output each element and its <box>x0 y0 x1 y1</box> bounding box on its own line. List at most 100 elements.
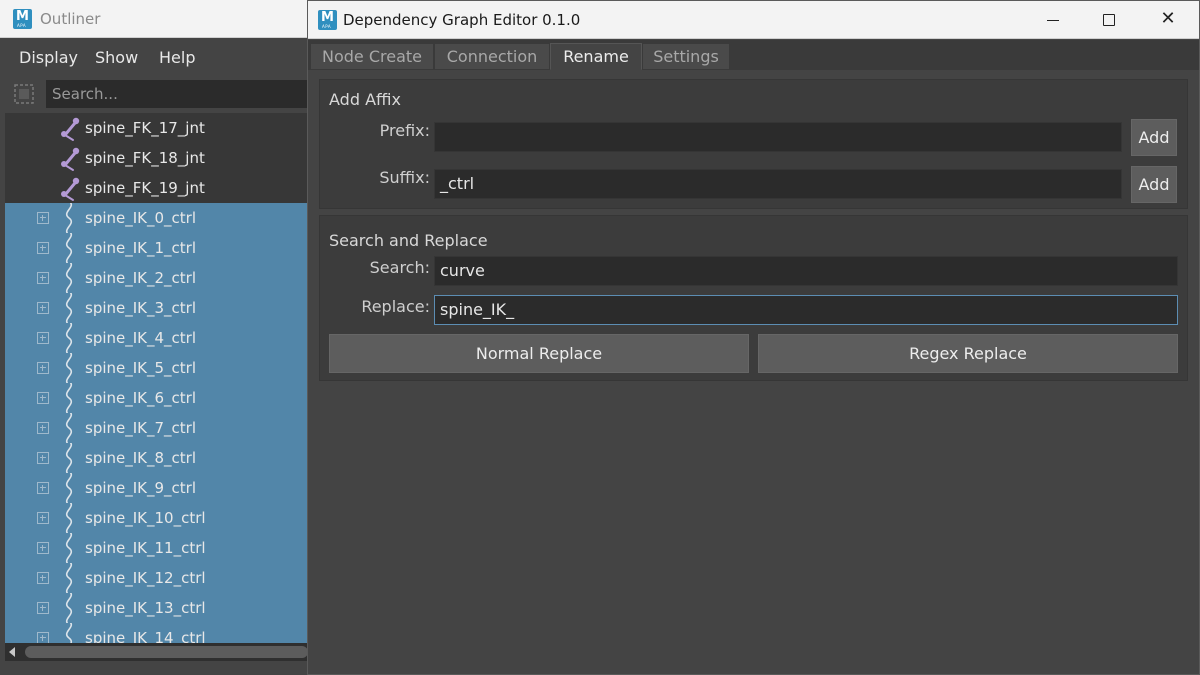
expand-icon[interactable] <box>37 332 49 344</box>
expand-icon[interactable] <box>37 632 49 643</box>
maya-app-icon: M APA <box>318 10 337 30</box>
menu-help[interactable]: Help <box>159 48 195 68</box>
joint-icon <box>59 173 83 203</box>
nurbs-curve-icon <box>59 290 83 326</box>
expand-icon[interactable] <box>37 512 49 524</box>
tree-row-label: spine_IK_10_ctrl <box>85 509 206 527</box>
prefix-input[interactable] <box>434 122 1122 152</box>
expand-icon[interactable] <box>37 422 49 434</box>
minimize-icon <box>1047 20 1059 21</box>
tree-row-label: spine_IK_0_ctrl <box>85 209 197 227</box>
expand-icon[interactable] <box>37 362 49 374</box>
tree-row-label: spine_IK_1_ctrl <box>85 239 197 257</box>
nurbs-curve-icon <box>59 590 83 626</box>
tree-row[interactable]: spine_IK_2_ctrl <box>5 260 308 296</box>
expand-icon[interactable] <box>37 212 49 224</box>
tab-settings[interactable]: Settings <box>642 43 730 70</box>
tab-connection[interactable]: Connection <box>434 43 550 70</box>
tree-row[interactable]: spine_IK_8_ctrl <box>5 440 308 476</box>
nurbs-curve-icon <box>59 620 83 643</box>
tree-row[interactable]: spine_IK_5_ctrl <box>5 350 308 386</box>
expand-icon[interactable] <box>37 482 49 494</box>
tree-row[interactable]: spine_FK_18_jnt <box>5 143 308 173</box>
tree-row[interactable]: spine_FK_19_jnt <box>5 173 308 203</box>
search-input[interactable]: curve <box>434 256 1178 286</box>
close-button[interactable]: ✕ <box>1139 1 1197 39</box>
expand-icon[interactable] <box>37 572 49 584</box>
editor-titlebar[interactable]: M APA Dependency Graph Editor 0.1.0 ✕ <box>308 1 1199 39</box>
add-affix-title: Add Affix <box>329 90 401 109</box>
outliner-window: M APA Outliner Display Show Help Search.… <box>0 0 310 675</box>
joint-icon <box>59 143 83 173</box>
maya-app-icon: M APA <box>13 9 32 29</box>
suffix-input[interactable]: _ctrl <box>434 169 1122 199</box>
dependency-graph-editor-window: M APA Dependency Graph Editor 0.1.0 ✕ No… <box>307 0 1200 675</box>
menu-display[interactable]: Display <box>19 48 78 68</box>
tree-row-label: spine_IK_8_ctrl <box>85 449 197 467</box>
tree-row[interactable]: spine_IK_14_ctrl <box>5 620 308 643</box>
tree-row-label: spine_IK_11_ctrl <box>85 539 206 557</box>
tree-row-label: spine_IK_9_ctrl <box>85 479 197 497</box>
outliner-menubar: Display Show Help <box>5 40 310 76</box>
tree-row[interactable]: spine_IK_3_ctrl <box>5 290 308 326</box>
expand-icon[interactable] <box>37 602 49 614</box>
outliner-titlebar[interactable]: M APA Outliner <box>0 0 310 38</box>
tree-row[interactable]: spine_IK_13_ctrl <box>5 590 308 626</box>
tree-row[interactable]: spine_IK_12_ctrl <box>5 560 308 596</box>
maximize-button[interactable] <box>1080 1 1138 39</box>
tree-row-label: spine_IK_3_ctrl <box>85 299 197 317</box>
tree-row[interactable]: spine_IK_11_ctrl <box>5 530 308 566</box>
nurbs-curve-icon <box>59 380 83 416</box>
outliner-title: Outliner <box>40 10 101 28</box>
tree-row-label: spine_IK_4_ctrl <box>85 329 197 347</box>
nurbs-curve-icon <box>59 530 83 566</box>
replace-label: Replace: <box>361 297 430 316</box>
tab-rename[interactable]: Rename <box>550 43 642 70</box>
tree-row[interactable]: spine_IK_7_ctrl <box>5 410 308 446</box>
expand-icon[interactable] <box>37 272 49 284</box>
minimize-button[interactable] <box>1023 1 1081 39</box>
tree-row[interactable]: spine_FK_17_jnt <box>5 113 308 143</box>
prefix-label: Prefix: <box>379 121 430 140</box>
nurbs-curve-icon <box>59 470 83 506</box>
tab-node-create[interactable]: Node Create <box>310 43 434 70</box>
expand-icon[interactable] <box>37 242 49 254</box>
tree-row-label: spine_FK_18_jnt <box>85 149 205 167</box>
outliner-horizontal-scrollbar[interactable] <box>5 643 308 661</box>
add-affix-group: Add Affix Prefix: Add Suffix: _ctrl Add <box>319 79 1188 209</box>
suffix-label: Suffix: <box>379 168 430 187</box>
expand-icon[interactable] <box>37 452 49 464</box>
scroll-left-arrow-icon[interactable] <box>9 647 15 657</box>
maximize-icon <box>1103 14 1115 26</box>
normal-replace-button[interactable]: Normal Replace <box>329 334 749 373</box>
tree-row-label: spine_FK_19_jnt <box>85 179 205 197</box>
expand-icon[interactable] <box>37 542 49 554</box>
expand-icon[interactable] <box>37 392 49 404</box>
outliner-tree: spine_FK_17_jnt spine_FK_18_jnt spine_FK_1… <box>5 113 308 643</box>
add-suffix-button[interactable]: Add <box>1131 166 1177 203</box>
tree-row[interactable]: spine_IK_1_ctrl <box>5 230 308 266</box>
nurbs-curve-icon <box>59 320 83 356</box>
scrollbar-thumb[interactable] <box>25 646 308 658</box>
tree-row[interactable]: spine_IK_0_ctrl <box>5 200 308 236</box>
nurbs-curve-icon <box>59 200 83 236</box>
tree-row-label: spine_IK_14_ctrl <box>85 629 206 643</box>
tree-row[interactable]: spine_IK_6_ctrl <box>5 380 308 416</box>
tree-row[interactable]: spine_IK_9_ctrl <box>5 470 308 506</box>
search-replace-group: Search and Replace Search: curve Replace… <box>319 215 1188 381</box>
nurbs-curve-icon <box>59 410 83 446</box>
regex-replace-button[interactable]: Regex Replace <box>758 334 1178 373</box>
outliner-search-input[interactable]: Search... <box>46 80 310 108</box>
tree-row[interactable]: spine_IK_10_ctrl <box>5 500 308 536</box>
nurbs-curve-icon <box>59 560 83 596</box>
tree-row-label: spine_FK_17_jnt <box>85 119 205 137</box>
filter-icon[interactable] <box>13 83 35 105</box>
tree-row-label: spine_IK_5_ctrl <box>85 359 197 377</box>
joint-icon <box>59 113 83 143</box>
replace-input[interactable]: spine_IK_ <box>434 295 1178 325</box>
tree-row[interactable]: spine_IK_4_ctrl <box>5 320 308 356</box>
add-prefix-button[interactable]: Add <box>1131 119 1177 156</box>
expand-icon[interactable] <box>37 302 49 314</box>
menu-show[interactable]: Show <box>95 48 138 68</box>
search-replace-title: Search and Replace <box>329 231 488 250</box>
